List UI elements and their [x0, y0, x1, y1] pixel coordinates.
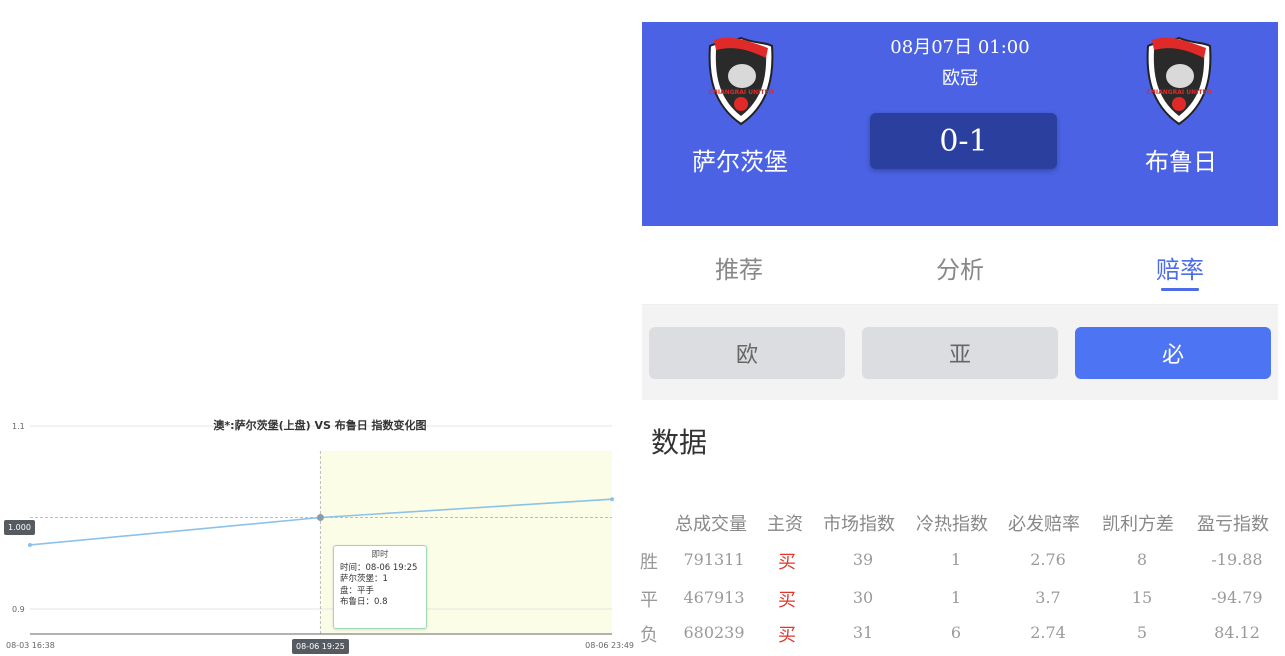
- cell-kelly: 15: [1131, 588, 1153, 607]
- tooltip-time: 时间：08-06 19:25: [340, 562, 418, 573]
- score-text: 0-1: [939, 123, 988, 159]
- col-header-heat-index: 冷热指数: [916, 514, 988, 535]
- subtab-asia[interactable]: 亚: [862, 327, 1058, 379]
- cell-profit-index: 84.12: [1214, 623, 1260, 642]
- cell-betfair-odds: 2.74: [1030, 623, 1066, 642]
- tooltip-head: 即时: [371, 550, 389, 560]
- cell-volume: 791311: [683, 550, 745, 569]
- tab-odds[interactable]: 赔率: [1120, 250, 1240, 285]
- away-logo-text: CHIANGRAI UNITED: [1146, 89, 1211, 96]
- row-label-win: 胜: [640, 552, 658, 573]
- col-header-kelly: 凯利方差: [1102, 514, 1174, 535]
- cell-profit-index: -94.79: [1211, 588, 1263, 607]
- section-title: 数据: [651, 426, 708, 459]
- data-point[interactable]: [28, 542, 32, 547]
- odds-chart: 1.1 0.9 08-03 16:38 08-06 23:49 澳*:萨尔茨堡(上盘)…: [0, 400, 640, 656]
- cell-market-index: 31: [852, 623, 874, 642]
- data-point[interactable]: [610, 497, 614, 502]
- cell-heat-index: 1: [950, 550, 962, 569]
- crosshair-y-label: 1.000: [4, 520, 35, 535]
- crosshair-x-label: 08-06 19:25: [292, 639, 349, 654]
- cell-main-funds: 买: [778, 552, 796, 573]
- y-tick-label: 0.9: [12, 605, 25, 614]
- cell-profit-index: -19.88: [1211, 550, 1263, 569]
- sub-tabs: 欧 亚 必: [642, 305, 1278, 400]
- tab-analysis[interactable]: 分析: [900, 250, 1020, 285]
- cell-betfair-odds: 2.76: [1030, 550, 1066, 569]
- col-header-market-index: 市场指数: [823, 514, 895, 535]
- cell-main-funds: 买: [778, 590, 796, 611]
- col-header-profit-index: 盈亏指数: [1197, 514, 1269, 535]
- x-tick-label: 08-03 16:38: [6, 641, 55, 650]
- cell-kelly: 5: [1136, 623, 1148, 642]
- col-header-volume: 总成交量: [675, 514, 747, 535]
- cell-market-index: 30: [852, 588, 874, 607]
- subtab-europe[interactable]: 欧: [649, 327, 845, 379]
- data-point[interactable]: [316, 514, 324, 521]
- match-league: 欧冠: [942, 68, 978, 89]
- cell-market-index: 39: [852, 550, 874, 569]
- row-label-loss: 负: [640, 625, 658, 646]
- col-header-betfair-odds: 必发赔率: [1008, 514, 1080, 535]
- match-header: CHIANGRAI UNITED CHIANGRAI UNITED 萨尔茨堡 布…: [642, 22, 1278, 226]
- cell-volume: 467913: [683, 588, 745, 607]
- tooltip-handicap: 盘：平手: [340, 585, 375, 596]
- match-time: 08月07日 01:00: [890, 37, 1030, 58]
- subtab-betfair[interactable]: 必: [1075, 327, 1271, 379]
- main-tabs: 推荐 分析 赔率: [642, 226, 1278, 305]
- cell-betfair-odds: 3.7: [1035, 588, 1061, 607]
- tooltip-away: 布鲁日：0.8: [340, 597, 388, 607]
- active-tab-indicator: [1161, 288, 1199, 291]
- home-team-name[interactable]: 萨尔茨堡: [650, 142, 830, 177]
- cell-heat-index: 1: [950, 588, 962, 607]
- chart-canvas: 1.10.908-03 16:38 08-06 23:49: [6, 422, 634, 650]
- chart-tooltip: 即时 时间：08-06 19:25 萨尔茨堡：1 盘：平手 布鲁日：0.8: [333, 545, 427, 629]
- cell-volume: 680239: [683, 623, 745, 642]
- cell-main-funds: 买: [778, 625, 796, 646]
- tooltip-home: 萨尔茨堡：1: [340, 574, 388, 584]
- row-label-draw: 平: [640, 590, 658, 611]
- cell-heat-index: 6: [950, 623, 962, 642]
- score-display: 0-1: [870, 113, 1057, 169]
- home-logo-text: CHIANGRAI UNITED: [708, 89, 773, 96]
- x-tick-label: 08-06 23:49: [585, 641, 634, 650]
- away-team-name[interactable]: 布鲁日: [1091, 142, 1271, 177]
- col-header-main-funds: 主资: [767, 514, 803, 535]
- chart-title: 澳*:萨尔茨堡(上盘) VS 布鲁日 指数变化图: [213, 419, 427, 432]
- tab-recommend[interactable]: 推荐: [679, 250, 799, 285]
- cell-kelly: 8: [1136, 550, 1148, 569]
